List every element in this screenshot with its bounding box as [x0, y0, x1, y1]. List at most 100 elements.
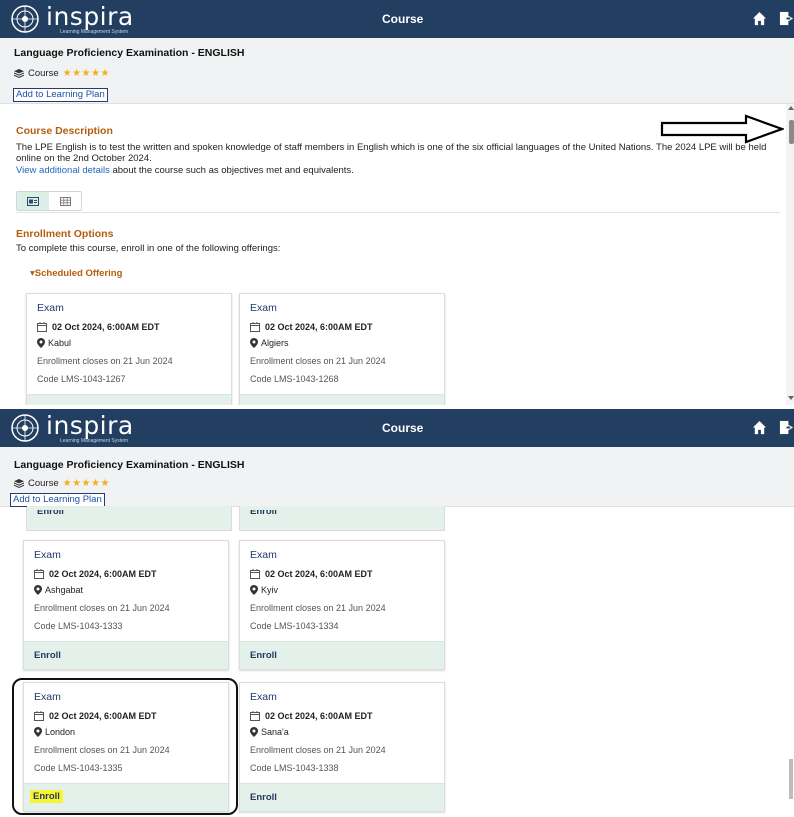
- course-info-bar: Language Proficiency Examination - ENGLI…: [0, 38, 794, 104]
- offering-code: Code LMS-1043-1267: [37, 374, 126, 384]
- offering-date: 02 Oct 2024, 6:00AM EDT: [52, 322, 160, 332]
- offering-enrollment-closes: Enrollment closes on 21 Jun 2024: [37, 356, 173, 366]
- course-stack-icon: [14, 69, 24, 78]
- scrollbar-thumb[interactable]: [789, 759, 793, 799]
- offering-card[interactable]: Exam 02 Oct 2024, 6:00AM EDT Kyiv Enroll…: [239, 540, 445, 670]
- offering-date-row: 02 Oct 2024, 6:00AM EDT: [34, 569, 157, 579]
- offering-location-row: Kyiv: [250, 585, 278, 595]
- table-view-button[interactable]: [49, 192, 81, 210]
- brand-subtitle: Learning Management System: [60, 438, 129, 444]
- scroll-up-arrow-icon[interactable]: [788, 106, 794, 110]
- offering-card-footer[interactable]: [27, 394, 231, 405]
- course-description-more-suffix: about the course such as objectives met …: [109, 165, 354, 176]
- offering-location-row: Sana'a: [250, 727, 289, 737]
- offering-title[interactable]: Exam: [34, 549, 61, 561]
- course-stack-icon: [14, 479, 24, 488]
- offering-title[interactable]: Exam: [37, 302, 64, 314]
- offering-card-footer[interactable]: [240, 394, 444, 405]
- offering-card[interactable]: Exam 02 Oct 2024, 6:00AM EDT Algiers Enr…: [239, 293, 445, 405]
- offering-date: 02 Oct 2024, 6:00AM EDT: [265, 322, 373, 332]
- offering-card-partial[interactable]: Enroll: [26, 506, 232, 531]
- offering-date-row: 02 Oct 2024, 6:00AM EDT: [37, 322, 160, 332]
- course-description-more: View additional details about the course…: [16, 165, 354, 176]
- add-to-learning-plan-button[interactable]: Add to Learning Plan: [10, 493, 105, 507]
- view-additional-details-link[interactable]: View additional details: [16, 165, 110, 176]
- calendar-icon: [34, 569, 44, 579]
- scrollbar-track[interactable]: [786, 104, 794, 405]
- offering-location: Ashgabat: [45, 585, 84, 595]
- offering-card-footer[interactable]: Enroll: [240, 506, 444, 530]
- offering-code: Code LMS-1043-1338: [250, 763, 339, 773]
- enroll-button[interactable]: Enroll: [250, 792, 277, 803]
- scroll-down-arrow-icon[interactable]: [788, 396, 794, 400]
- course-page-screenshot-top: inspira Learning Management System Cours…: [0, 0, 794, 405]
- offering-card-footer[interactable]: Enroll: [240, 783, 444, 811]
- offering-title[interactable]: Exam: [250, 302, 277, 314]
- offering-card-footer[interactable]: Enroll: [27, 506, 231, 530]
- annotation-arrow: [660, 114, 784, 144]
- enroll-button[interactable]: Enroll: [34, 650, 61, 661]
- offering-date-row: 02 Oct 2024, 6:00AM EDT: [250, 322, 373, 332]
- scrollbar-thumb[interactable]: [789, 120, 794, 144]
- sign-out-icon[interactable]: [779, 11, 794, 26]
- course-title: Language Proficiency Examination - ENGLI…: [14, 459, 245, 471]
- table-view-icon: [59, 196, 71, 206]
- offering-location: Sana'a: [261, 727, 289, 737]
- section-divider: [16, 212, 780, 213]
- card-view-button[interactable]: [17, 192, 49, 210]
- map-pin-icon: [250, 727, 258, 737]
- card-view-icon: [27, 196, 39, 206]
- course-type-label: Course: [28, 478, 59, 489]
- app-header: inspira Learning Management System Cours…: [0, 409, 794, 447]
- home-icon[interactable]: [752, 11, 767, 26]
- offering-code: Code LMS-1043-1334: [250, 621, 339, 631]
- offering-card[interactable]: Exam 02 Oct 2024, 6:00AM EDT Sana'a Enro…: [239, 682, 445, 812]
- offering-enrollment-closes: Enrollment closes on 21 Jun 2024: [34, 603, 170, 613]
- map-pin-icon: [250, 338, 258, 348]
- offering-code: Code LMS-1043-1333: [34, 621, 123, 631]
- offering-card-partial[interactable]: Enroll: [239, 506, 445, 531]
- un-logo-icon[interactable]: [10, 4, 40, 34]
- scheduled-offering-toggle[interactable]: ▾Scheduled Offering: [30, 268, 122, 279]
- offering-date: 02 Oct 2024, 6:00AM EDT: [265, 711, 373, 721]
- app-header: inspira Learning Management System Cours…: [0, 0, 794, 38]
- enrollment-options-heading: Enrollment Options: [16, 228, 114, 240]
- offering-date: 02 Oct 2024, 6:00AM EDT: [49, 569, 157, 579]
- annotation-highlight-frame: [12, 678, 238, 815]
- offering-title[interactable]: Exam: [250, 691, 277, 703]
- offering-enrollment-closes: Enrollment closes on 21 Jun 2024: [250, 603, 386, 613]
- offering-enrollment-closes: Enrollment closes on 21 Jun 2024: [250, 356, 386, 366]
- calendar-icon: [250, 569, 260, 579]
- offering-date-row: 02 Oct 2024, 6:00AM EDT: [250, 711, 373, 721]
- enrollment-intro-text: To complete this course, enroll in one o…: [16, 243, 281, 254]
- offering-location-row: Algiers: [250, 338, 289, 348]
- offering-location: Kyiv: [261, 585, 279, 595]
- home-icon[interactable]: [752, 420, 767, 435]
- enroll-button[interactable]: Enroll: [250, 650, 277, 661]
- rating-stars[interactable]: ★★★★★: [63, 478, 110, 489]
- offering-date: 02 Oct 2024, 6:00AM EDT: [265, 569, 373, 579]
- add-to-learning-plan-button[interactable]: Add to Learning Plan: [13, 88, 108, 102]
- offering-card[interactable]: Exam 02 Oct 2024, 6:00AM EDT Ashgabat En…: [23, 540, 229, 670]
- un-logo-icon[interactable]: [10, 413, 40, 443]
- page-title: Course: [382, 12, 424, 26]
- offering-card-footer[interactable]: Enroll: [240, 641, 444, 669]
- course-type: Course ★★★★★: [14, 68, 110, 79]
- enroll-button[interactable]: Enroll: [250, 510, 277, 517]
- course-title: Language Proficiency Examination - ENGLI…: [14, 47, 245, 59]
- offering-location: Algiers: [261, 338, 289, 348]
- offering-title[interactable]: Exam: [250, 549, 277, 561]
- brand-subtitle: Learning Management System: [60, 29, 129, 35]
- rating-stars[interactable]: ★★★★★: [63, 68, 110, 79]
- sign-out-icon[interactable]: [779, 420, 794, 435]
- map-pin-icon: [34, 585, 42, 595]
- offering-card-footer[interactable]: Enroll: [24, 641, 228, 669]
- offering-location: Kabul: [48, 338, 72, 348]
- map-pin-icon: [250, 585, 258, 595]
- offering-card[interactable]: Exam 02 Oct 2024, 6:00AM EDT Kabul Enrol…: [26, 293, 232, 405]
- calendar-icon: [37, 322, 47, 332]
- enroll-button[interactable]: Enroll: [37, 510, 64, 517]
- brand-name: inspira: [46, 2, 134, 31]
- offering-date-row: 02 Oct 2024, 6:00AM EDT: [250, 569, 373, 579]
- course-info-bar: Language Proficiency Examination - ENGLI…: [0, 447, 794, 507]
